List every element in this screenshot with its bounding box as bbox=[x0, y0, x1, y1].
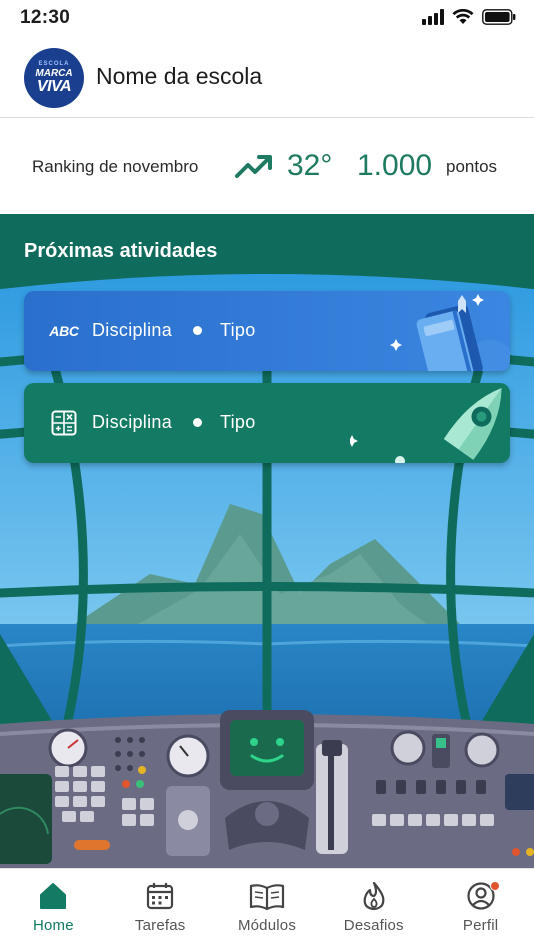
home-icon bbox=[40, 883, 67, 909]
activity-discipline: Disciplina bbox=[92, 320, 173, 340]
points-label: pontos bbox=[446, 157, 498, 176]
status-time: 12:30 bbox=[20, 7, 71, 28]
rocket-illustration bbox=[350, 387, 502, 463]
nav-desafios[interactable]: Desafios bbox=[320, 869, 427, 950]
status-bar: 12:30 bbox=[0, 0, 534, 38]
calculator-icon bbox=[48, 409, 80, 437]
ranking-bar[interactable]: Ranking de novembro 32° 1.000 pontos bbox=[0, 118, 534, 214]
nav-label: Módulos bbox=[237, 917, 297, 934]
calendar-icon bbox=[147, 883, 174, 910]
separator-dot bbox=[193, 326, 202, 335]
ranking-label: Ranking de novembro bbox=[32, 157, 199, 176]
wifi-icon bbox=[452, 9, 474, 24]
abc-icon: ABC bbox=[49, 323, 79, 339]
status-icons bbox=[422, 9, 516, 25]
nav-label: Desafios bbox=[343, 917, 404, 934]
points-value: 1.000 bbox=[357, 149, 433, 182]
nav-modulos[interactable]: Módulos bbox=[214, 869, 321, 950]
school-name: Nome da escola bbox=[96, 63, 263, 89]
separator-dot bbox=[193, 418, 202, 427]
activity-card[interactable]: ABC Disciplina Tipo bbox=[24, 291, 510, 371]
activity-type: Tipo bbox=[220, 412, 256, 432]
flame-icon bbox=[363, 881, 385, 911]
battery-icon bbox=[482, 9, 516, 25]
nav-home[interactable]: Home bbox=[0, 869, 107, 950]
cockpit-scene: Próximas atividades ABC Disciplina Tipo bbox=[0, 214, 534, 868]
book-icon bbox=[249, 884, 285, 911]
notification-badge bbox=[489, 881, 500, 891]
nav-label: Tarefas bbox=[134, 917, 186, 934]
activity-type: Tipo bbox=[220, 320, 256, 340]
activity-card[interactable]: Disciplina Tipo bbox=[24, 383, 510, 463]
cellular-signal-icon bbox=[422, 9, 444, 25]
trending-up-icon bbox=[235, 155, 272, 178]
nav-perfil[interactable]: Perfil bbox=[427, 869, 534, 950]
activity-discipline: Disciplina bbox=[92, 412, 173, 432]
books-illustration bbox=[390, 294, 510, 371]
app-header: ESCOLA MARCA VIVA Nome da escola bbox=[0, 38, 534, 118]
ranking-position: 32° bbox=[287, 149, 333, 182]
nav-label: Home bbox=[32, 917, 74, 934]
upcoming-activities-title: Próximas atividades bbox=[24, 240, 218, 262]
nav-tarefas[interactable]: Tarefas bbox=[107, 869, 214, 950]
nav-label: Perfil bbox=[462, 917, 499, 934]
bottom-navigation: Home Tarefas Módulos Desafios Perfil bbox=[0, 868, 534, 950]
school-logo: ESCOLA MARCA VIVA bbox=[24, 48, 84, 108]
